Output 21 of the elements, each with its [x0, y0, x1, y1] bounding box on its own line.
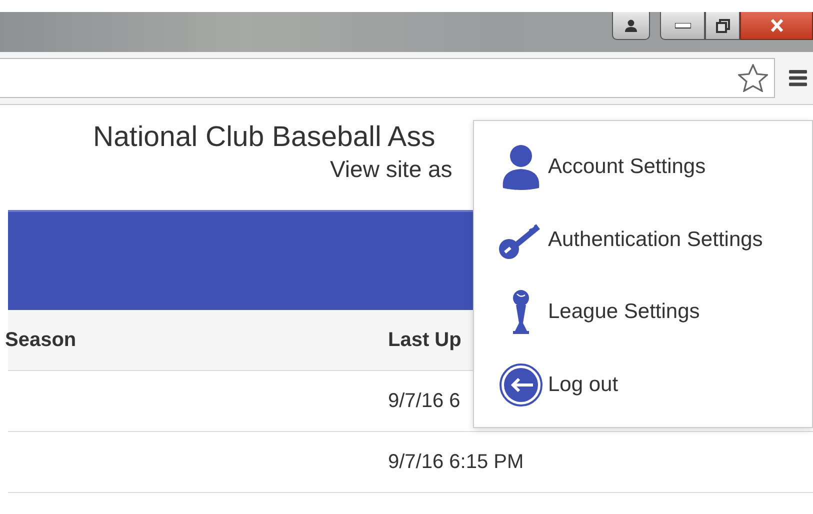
menu-item[interactable]: Account Settings — [548, 155, 706, 180]
close-button[interactable] — [740, 12, 813, 40]
menu-item[interactable]: Log out — [548, 372, 618, 397]
star-icon[interactable] — [738, 64, 768, 92]
minimize-button[interactable] — [660, 12, 705, 40]
minimize-icon — [674, 22, 690, 28]
profile-button[interactable] — [612, 12, 650, 40]
table-cell-text: 9/7/16 6 — [388, 390, 462, 412]
menu-icon[interactable] — [789, 69, 807, 87]
logout-icon — [499, 362, 543, 407]
close-icon — [770, 19, 784, 32]
menu-item[interactable]: Authentication Settings — [548, 228, 763, 252]
menu-item[interactable]: League Settings — [548, 300, 700, 324]
person-icon — [624, 18, 638, 32]
maximize-button[interactable] — [705, 12, 740, 40]
page-title: National Club Baseball Ass — [93, 121, 436, 154]
person-icon — [501, 144, 541, 190]
table-cell-text: 9/7/16 6:15 PM — [388, 450, 525, 474]
column-header[interactable]: Season — [5, 328, 388, 352]
page-subtitle: View site as — [330, 156, 452, 183]
restore-icon — [716, 18, 730, 32]
